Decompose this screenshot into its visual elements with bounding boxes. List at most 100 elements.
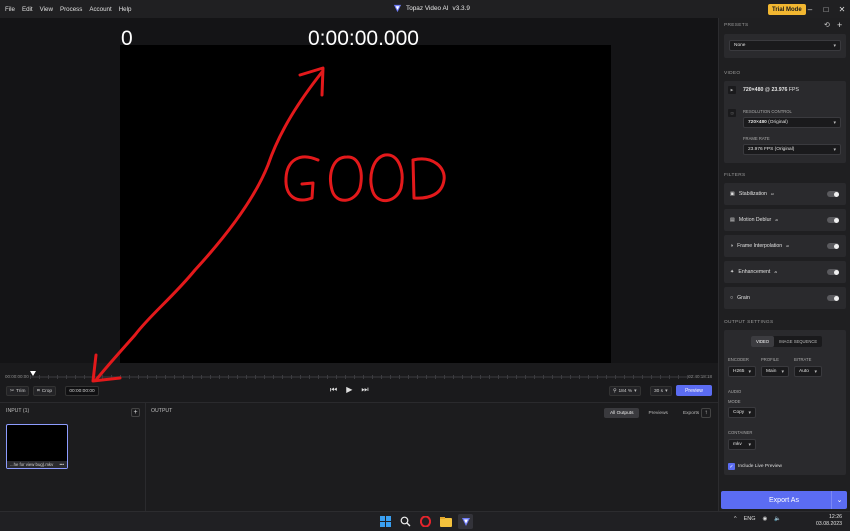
export-label: Export As <box>769 496 799 504</box>
frame-counter-overlay: 0 <box>121 27 133 50</box>
thumbnail-caption: ...he for view bug).mkv ••• <box>7 461 67 468</box>
sparkle-icon: ✦ <box>730 269 735 275</box>
preview-button[interactable]: Preview <box>676 385 712 396</box>
play-icon[interactable]: ▶ <box>346 385 352 395</box>
resolution-select[interactable]: 720×480 (Original) ▾ <box>743 117 841 128</box>
file-explorer-icon[interactable] <box>438 514 453 529</box>
ai-superscript: AI <box>774 270 778 274</box>
thumbnail-file-name: ...he for view bug).mkv <box>10 462 54 467</box>
profile-label: PROFILE <box>761 357 779 362</box>
chevron-down-icon: ▾ <box>634 388 637 394</box>
preset-select[interactable]: None ▾ <box>729 40 841 51</box>
clock-date: 03.08.2023 <box>816 521 842 527</box>
video-section-label: VIDEO <box>724 71 741 76</box>
video-fps: 23.976 <box>771 87 788 93</box>
step-back-icon[interactable]: ⏮ <box>330 385 337 395</box>
menu-account[interactable]: Account <box>89 6 111 13</box>
frame-rate-value: 23.976 FPS (Original) <box>748 147 795 152</box>
tab-image-sequence[interactable]: IMAGE SEQUENCE <box>774 336 822 347</box>
frame-interpolation-toggle[interactable] <box>827 243 839 249</box>
playhead-handle[interactable] <box>30 371 36 376</box>
topaz-video-ai-taskbar-icon[interactable] <box>458 514 473 529</box>
chevron-down-icon: ▾ <box>833 42 836 49</box>
zoom-select[interactable]: ⚲ 184 % ▾ <box>609 386 641 396</box>
profile-select[interactable]: Main ▾ <box>761 366 789 377</box>
profile-value: Main <box>766 369 777 374</box>
live-preview-checkbox[interactable]: ✓ <box>728 463 735 470</box>
bitrate-label: BITRATE <box>794 357 812 362</box>
grain-toggle[interactable] <box>827 295 839 301</box>
trial-mode-button[interactable]: Trial Mode <box>768 4 806 15</box>
filter-enhancement[interactable]: ✦ Enhancement AI <box>724 261 846 283</box>
motion-deblur-toggle[interactable] <box>827 217 839 223</box>
app-title: Topaz Video AI v3.3.9 <box>393 4 470 13</box>
frame-interpolation-icon: ◑ <box>730 243 734 249</box>
timecode-input[interactable]: 00:00:00:00 <box>65 386 99 396</box>
chevron-down-icon: ▾ <box>833 146 836 153</box>
system-clock[interactable]: 12:26 03.08.2023 <box>816 514 842 528</box>
video-viewer[interactable] <box>0 18 718 373</box>
timeline-start-time: 00:00:00:00 <box>5 374 29 379</box>
more-icon[interactable]: ••• <box>59 462 64 467</box>
menu-file[interactable]: File <box>5 6 15 13</box>
filter-motion-deblur[interactable]: ▤ Motion Deblur AI <box>724 209 846 231</box>
chevron-down-icon: ▾ <box>781 368 784 375</box>
ai-superscript: AI <box>786 244 789 248</box>
windows-start-icon[interactable] <box>378 514 393 529</box>
opera-browser-icon[interactable] <box>418 514 433 529</box>
enhancement-toggle[interactable] <box>827 269 839 275</box>
topaz-logo-icon <box>393 4 402 13</box>
menu-edit[interactable]: Edit <box>22 6 33 13</box>
export-as-button[interactable]: Export As ⌄ <box>721 491 847 509</box>
resolution-suffix: (Original) <box>768 120 788 125</box>
video-card: ▶ 720×480 @ 23.976 FPS ◫ RESOLUTION CONT… <box>724 81 846 163</box>
tab-previews[interactable]: Previews <box>642 408 673 418</box>
tab-all-outputs[interactable]: All Outputs <box>604 408 640 418</box>
container-label: CONTAINER <box>728 430 753 435</box>
encoder-value: H265 <box>733 369 745 374</box>
step-forward-icon[interactable]: ⏭ <box>361 385 368 395</box>
language-indicator[interactable]: ENG <box>744 516 756 522</box>
menu-help[interactable]: Help <box>119 6 132 13</box>
filter-frame-interpolation[interactable]: ◑ Frame Interpolation AI <box>724 235 846 257</box>
input-thumbnail[interactable]: ...he for view bug).mkv ••• <box>6 424 68 469</box>
network-icon[interactable]: ◉ <box>763 516 768 522</box>
audio-mode-select[interactable]: Copy ▾ <box>728 407 756 418</box>
filter-grain[interactable]: ○ Grain <box>724 287 846 309</box>
settings-sidebar: PRESETS ⟲ + None ▾ VIDEO ▶ 720×480 @ 23.… <box>718 18 850 511</box>
container-select[interactable]: mkv ▾ <box>728 439 756 450</box>
crop-icon: ⌗ <box>37 389 40 394</box>
filter-stabilization[interactable]: ▣ Stabilization AI <box>724 183 846 205</box>
filter-name: Frame Interpolation <box>737 243 783 249</box>
search-icon[interactable] <box>398 514 413 529</box>
minimize-icon[interactable]: – <box>802 0 818 18</box>
filter-name: Motion Deblur <box>738 217 772 223</box>
maximize-icon[interactable]: □ <box>818 0 834 18</box>
menu-process[interactable]: Process <box>60 6 82 13</box>
output-mode-switch: VIDEO IMAGE SEQUENCE <box>751 336 823 347</box>
motion-deblur-icon: ▤ <box>730 217 735 223</box>
frame-rate-select[interactable]: 23.976 FPS (Original) ▾ <box>743 144 841 155</box>
add-input-button[interactable]: + <box>131 408 140 417</box>
bitrate-select[interactable]: Auto ▾ <box>794 366 822 377</box>
timeline[interactable]: 00:00:00:00 02:40:18:18 <box>0 363 718 385</box>
preview-duration-select[interactable]: 30 s ▾ <box>650 386 672 396</box>
menu-view[interactable]: View <box>40 6 53 13</box>
crop-button[interactable]: ⌗ Crop <box>33 386 57 396</box>
volume-icon[interactable]: 🔈 <box>774 516 781 522</box>
chevron-down-icon: ▾ <box>814 368 817 375</box>
resolution-control-label: RESOLUTION CONTROL <box>743 109 792 114</box>
encoder-select[interactable]: H265 ▾ <box>728 366 756 377</box>
upload-icon[interactable]: ↑ <box>701 408 711 418</box>
trim-button[interactable]: ✂ Trim <box>6 386 30 396</box>
reset-icon[interactable]: ⟲ <box>824 21 830 29</box>
output-panel: OUTPUT All Outputs Previews Exports ↑ <box>146 403 718 511</box>
close-icon[interactable]: ✕ <box>834 0 850 18</box>
add-preset-icon[interactable]: + <box>837 20 842 30</box>
tab-video[interactable]: VIDEO <box>751 336 775 347</box>
presets-card: None ▾ <box>724 34 846 58</box>
stabilization-toggle[interactable] <box>827 191 839 197</box>
tray-overflow-icon[interactable]: ^ <box>734 516 737 522</box>
chevron-down-icon[interactable]: ⌄ <box>831 491 847 509</box>
input-label: INPUT (1) <box>6 408 30 414</box>
